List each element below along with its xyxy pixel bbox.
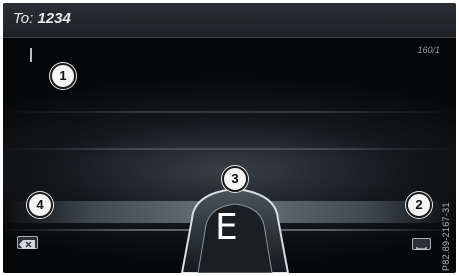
callout-1: 1	[50, 63, 76, 89]
selected-character[interactable]: E	[215, 210, 238, 246]
recipient-number: 1234	[37, 10, 71, 27]
callout-3: 3	[222, 166, 248, 192]
text-cursor	[30, 48, 32, 62]
character-counter: 160/1	[417, 45, 440, 55]
space-key[interactable]	[412, 238, 431, 250]
light-band	[3, 111, 456, 113]
light-band	[3, 148, 456, 150]
figure-code: P82.89-2167-31	[441, 202, 451, 271]
delete-key[interactable]	[17, 236, 38, 249]
screen: To: 1234 160/1 E 1 2 3 4 P82.89-2167-31	[3, 3, 456, 273]
callout-2: 2	[406, 192, 432, 218]
backspace-icon	[19, 240, 35, 249]
callout-4: 4	[27, 192, 53, 218]
recipient-header: To: 1234	[3, 3, 456, 38]
space-icon	[416, 247, 427, 250]
recipient-field[interactable]: To: 1234	[13, 10, 71, 27]
recipient-prefix: To:	[13, 10, 34, 27]
